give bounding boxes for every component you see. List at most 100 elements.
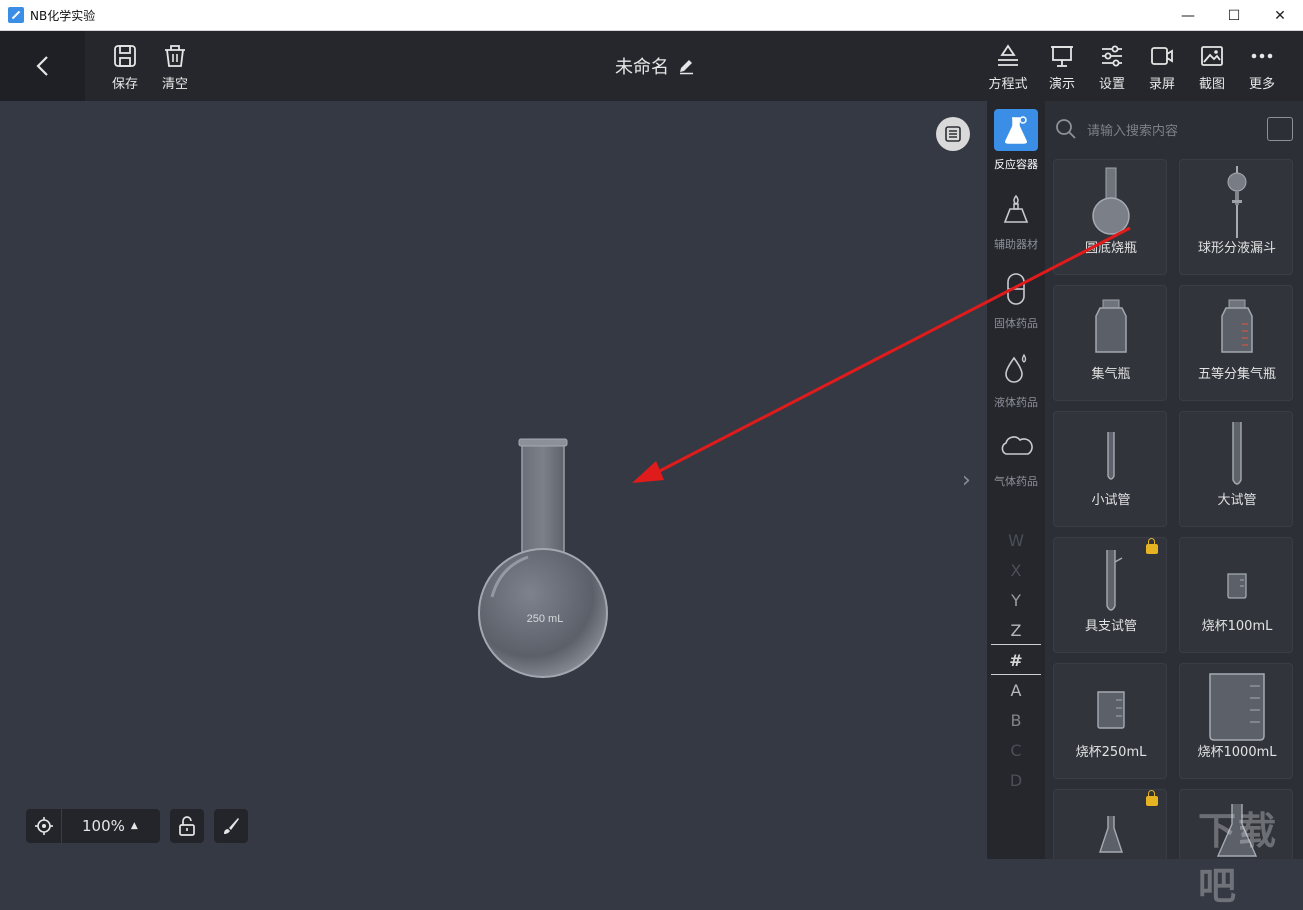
burner-icon <box>994 189 1038 231</box>
apparatus-panel: 请输入搜索内容 圆底烧瓶 球形分液漏斗 集气瓶 五等分集气瓶 小试管 大试管 具… <box>1045 101 1303 859</box>
alphabet-index-w[interactable]: W <box>987 531 1045 550</box>
category-label: 辅助器材 <box>994 238 1038 251</box>
equation-icon <box>998 44 1018 66</box>
locate-button[interactable] <box>26 809 62 843</box>
category-gas-reagents[interactable]: 气体药品 <box>987 426 1045 498</box>
minimize-button[interactable]: — <box>1165 0 1211 31</box>
unlock-icon <box>179 816 195 836</box>
brush-icon <box>224 818 239 834</box>
cloud-icon <box>994 426 1038 468</box>
item-card-separatory-funnel[interactable]: 球形分液漏斗 <box>1179 159 1293 275</box>
more-label: 更多 <box>1248 77 1275 92</box>
category-label: 气体药品 <box>994 475 1038 488</box>
alphabet-divider <box>991 674 1041 675</box>
category-label: 反应容器 <box>994 158 1038 171</box>
item-card-beaker-100ml[interactable]: 烧杯100mL <box>1179 537 1293 653</box>
item-card-gas-jar[interactable]: 集气瓶 <box>1053 285 1167 401</box>
present-label: 演示 <box>1048 77 1075 92</box>
app-header: 保存 清空 未命名 方程式 演示 设置 录屏 截图 更多 <box>0 31 1303 101</box>
document-title[interactable]: 未命名 <box>560 53 750 79</box>
chevron-left-icon <box>35 56 48 76</box>
alphabet-index-hash[interactable]: # <box>987 651 1045 670</box>
sliders-icon <box>1102 45 1122 67</box>
equation-button[interactable]: 方程式 <box>983 43 1033 95</box>
app-icon <box>8 7 24 23</box>
conical-flask-icon <box>1099 816 1123 853</box>
search-icon <box>1056 119 1076 139</box>
capsule-icon <box>994 268 1038 310</box>
item-card-round-bottom-flask[interactable]: 圆底烧瓶 <box>1053 159 1167 275</box>
search-input[interactable]: 请输入搜索内容 <box>1087 120 1178 139</box>
layer-list-button[interactable] <box>936 117 970 151</box>
zoom-value[interactable]: 100% <box>62 817 125 835</box>
droplet-icon <box>994 347 1038 389</box>
bottom-toolbar: 100% ▲ <box>26 809 248 843</box>
alphabet-index-a[interactable]: A <box>987 681 1045 700</box>
alphabet-index-z[interactable]: Z <box>987 621 1045 640</box>
category-solid-reagents[interactable]: 固体药品 <box>987 268 1045 340</box>
record-label: 录屏 <box>1148 77 1175 92</box>
window-title-bar: NB化学实验 — ☐ ✕ <box>0 0 1303 31</box>
zoom-control[interactable]: 100% ▲ <box>26 809 160 843</box>
keyboard-icon[interactable] <box>1267 117 1293 141</box>
category-reaction-vessels[interactable]: 反应容器 <box>987 109 1045 181</box>
item-card-large-test-tube[interactable]: 大试管 <box>1179 411 1293 527</box>
category-label: 固体药品 <box>994 317 1038 330</box>
settings-label: 设置 <box>1098 77 1125 92</box>
flask-icon <box>994 109 1038 151</box>
item-label: 大试管 <box>1217 493 1257 508</box>
close-button[interactable]: ✕ <box>1257 0 1303 31</box>
image-icon <box>1201 46 1223 66</box>
alphabet-index-x[interactable]: X <box>987 561 1045 580</box>
crosshair-icon <box>34 817 53 835</box>
brush-button[interactable] <box>214 809 248 843</box>
item-card-beaker-250ml[interactable]: 烧杯250mL <box>1053 663 1167 779</box>
item-label: 五等分集气瓶 <box>1197 367 1276 382</box>
back-button[interactable] <box>0 31 85 101</box>
round-bottom-flask-on-canvas[interactable]: 250 mL <box>470 437 620 682</box>
item-card-graduated-gas-jar[interactable]: 五等分集气瓶 <box>1179 285 1293 401</box>
present-button[interactable]: 演示 <box>1037 43 1087 95</box>
experiment-canvas[interactable]: › 250 mL 100% ▲ <box>0 101 987 859</box>
maximize-button[interactable]: ☐ <box>1211 0 1257 31</box>
expand-panel-chevron-icon[interactable]: › <box>962 468 971 493</box>
clear-label: 清空 <box>161 77 188 92</box>
item-card-side-arm-tube[interactable]: 具支试管 <box>1053 537 1167 653</box>
flask-volume-label: 250 mL <box>527 613 564 625</box>
item-label: 烧杯100mL <box>1201 619 1273 634</box>
save-button[interactable]: 保存 <box>100 43 150 95</box>
category-auxiliary-equipment[interactable]: 辅助器材 <box>987 189 1045 261</box>
alphabet-divider <box>991 644 1041 645</box>
category-label: 液体药品 <box>994 396 1038 409</box>
edit-pencil-icon[interactable] <box>677 57 695 75</box>
window-title: NB化学实验 <box>30 8 96 23</box>
trash-icon <box>165 45 185 67</box>
alphabet-index-c[interactable]: C <box>987 741 1045 760</box>
clear-button[interactable]: 清空 <box>150 43 200 95</box>
item-card-beaker-1000ml[interactable]: 烧杯1000mL <box>1179 663 1293 779</box>
lock-toggle-button[interactable] <box>170 809 204 843</box>
alphabet-index-b[interactable]: B <box>987 711 1045 730</box>
watermark-text: 下载吧 <box>1198 809 1279 908</box>
presentation-icon <box>1051 46 1073 67</box>
list-icon <box>945 126 961 142</box>
alphabet-index-d[interactable]: D <box>987 771 1045 790</box>
item-label: 集气瓶 <box>1091 367 1131 382</box>
screenshot-button[interactable]: 截图 <box>1187 43 1237 95</box>
item-label: 球形分液漏斗 <box>1197 241 1276 256</box>
category-sidebar: 反应容器 辅助器材 固体药品 液体药品 气体药品 W X Y Z # A B C… <box>987 101 1045 859</box>
save-label: 保存 <box>111 77 138 92</box>
category-liquid-reagents[interactable]: 液体药品 <box>987 347 1045 419</box>
more-button[interactable]: 更多 <box>1237 43 1287 95</box>
item-label: 小试管 <box>1091 493 1131 508</box>
search-bar[interactable]: 请输入搜索内容 <box>1055 111 1295 147</box>
settings-button[interactable]: 设置 <box>1087 43 1137 95</box>
record-button[interactable]: 录屏 <box>1137 43 1187 95</box>
item-card-conical-flask[interactable] <box>1053 789 1167 859</box>
item-label: 圆底烧瓶 <box>1084 241 1137 256</box>
zoom-caret-icon[interactable]: ▲ <box>131 821 138 831</box>
alphabet-index-y[interactable]: Y <box>987 591 1045 610</box>
item-label: 烧杯250mL <box>1075 745 1147 760</box>
item-card-small-test-tube[interactable]: 小试管 <box>1053 411 1167 527</box>
item-label: 烧杯1000mL <box>1197 745 1277 760</box>
